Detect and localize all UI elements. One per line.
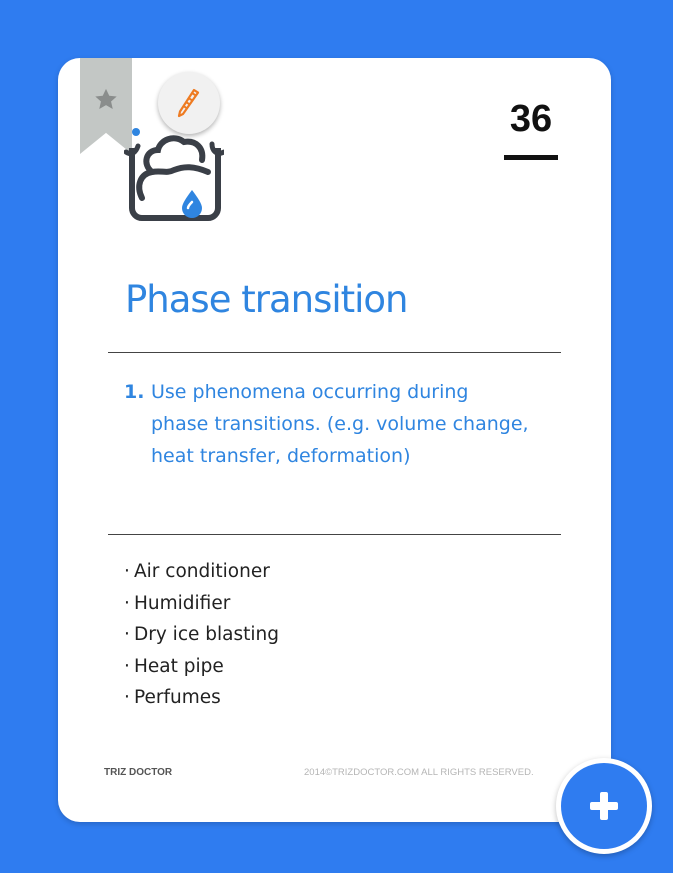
- card-number: 36: [509, 98, 553, 140]
- examples-list: · Air conditioner · Humidifier · Dry ice bl…: [124, 556, 279, 714]
- footer-brand: TRIZ DOCTOR: [104, 767, 173, 778]
- principle-text: Use phenomena occurring during phase tra…: [151, 381, 529, 467]
- plus-icon: [590, 792, 618, 820]
- card-number-underline: [504, 155, 558, 160]
- edit-note-button[interactable]: [158, 72, 220, 134]
- list-item: · Perfumes: [124, 687, 221, 709]
- pencil-icon: [177, 88, 200, 118]
- list-item: · Heat pipe: [124, 655, 224, 677]
- list-item: · Humidifier: [124, 592, 231, 614]
- list-item: · Dry ice blasting: [124, 624, 279, 646]
- divider-bottom: [108, 534, 561, 535]
- footer-copyright: 2014©TRIZDOCTOR.COM ALL RIGHTS RESERVED.: [304, 767, 534, 778]
- principle-number: 1.: [124, 381, 145, 403]
- page-title: Phase transition: [125, 278, 409, 321]
- divider-top: [108, 352, 561, 353]
- star-icon: [95, 88, 117, 109]
- phase-transition-icon: [124, 128, 224, 221]
- principle-card: 36 Phase transition 1. Use phenomena occ…: [58, 58, 611, 822]
- principle-description: 1. Use phenomena occurring during phase …: [124, 376, 584, 472]
- list-item: · Air conditioner: [124, 561, 270, 582]
- add-button[interactable]: [556, 758, 652, 854]
